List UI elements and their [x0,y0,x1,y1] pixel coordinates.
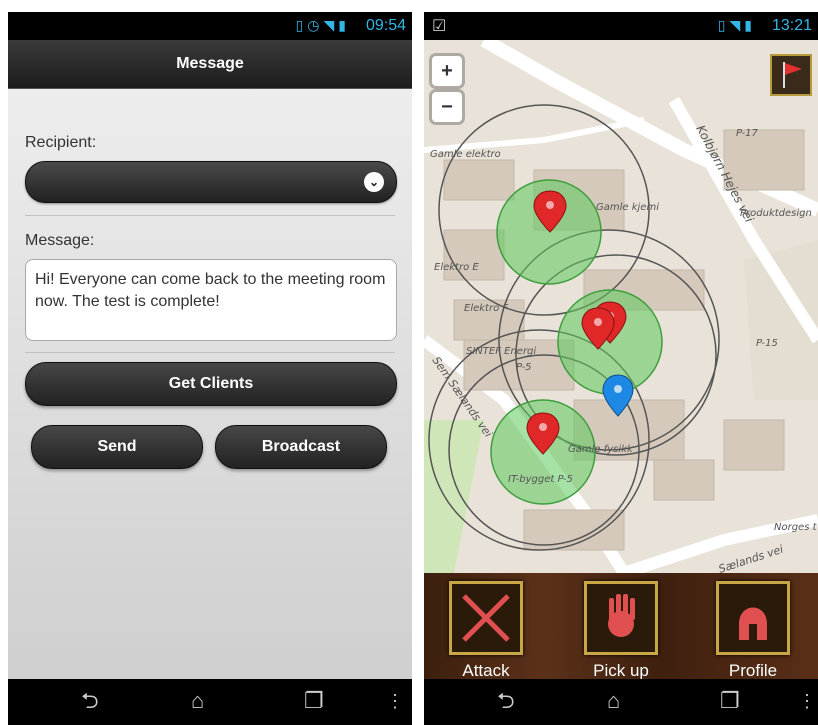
battery-icon: ▮ [744,17,756,33]
crossed-swords-icon [449,581,523,655]
map-view[interactable]: Gamle elektro Gamle kjemi Kolbjørn Hejes… [424,40,818,573]
map-label: Produktdesign [740,208,812,219]
map-label: Elektro F [464,303,508,314]
recipient-label: Recipient: [25,134,97,151]
map-label: Gamle fysikk [568,444,634,455]
map-label: P-17 [736,128,758,139]
send-button[interactable]: Send [31,425,203,469]
divider [25,215,395,216]
recent-apps-icon[interactable]: ❐ [720,690,740,712]
profile-action[interactable]: Profile [708,581,798,681]
checkbox-notification-icon: ☑ [432,18,447,35]
message-textarea[interactable]: Hi! Everyone can come back to the meetin… [25,259,397,341]
phone-message-screen: ▯◷◥▮ 09:54 Message Recipient: ⌄ Message:… [8,12,412,725]
map-label: Norges t [774,522,818,533]
status-icons: ▯◥▮ [718,17,756,34]
pick-up-label: Pick up [593,661,649,680]
battery-icon: ▮ [338,17,350,33]
back-icon[interactable]: ⮌ [81,690,99,712]
map-label: Elektro E [434,262,479,273]
pick-up-action[interactable]: Pick up [576,581,666,681]
navigation-bar: ⮌ ⌂ ❐ ⋮ [424,679,818,725]
map-label: SINTEF Energi [466,346,536,357]
alarm-icon: ◷ [307,17,324,33]
status-icons: ▯◷◥▮ [296,17,350,34]
vibrate-icon: ▯ [295,17,308,33]
recipient-select[interactable]: ⌄ [25,161,397,203]
home-icon[interactable]: ⌂ [191,690,204,712]
wifi-icon: ◥ [729,17,745,33]
status-time: 09:54 [365,17,406,34]
path [424,117,645,153]
navigation-bar: ⮌ ⌂ ❐ ⋮ [8,679,412,725]
menu-icon[interactable]: ⋮ [798,690,816,712]
flag-button[interactable] [770,54,812,96]
page-title: Message [8,40,412,89]
profile-label: Profile [728,661,778,680]
zoom-out-button[interactable]: − [432,92,462,122]
recent-apps-icon[interactable]: ❐ [304,690,324,712]
park-area [424,420,484,573]
get-clients-button[interactable]: Get Clients [25,362,397,406]
building [653,459,715,501]
map-label: Gamle elektro [430,149,501,160]
status-time: 13:21 [771,17,812,34]
vibrate-icon: ▯ [717,17,730,33]
flag-icon [783,62,802,88]
map-label: IT-bygget P-5 [508,474,573,485]
building [443,159,515,201]
building [723,419,785,471]
action-bar: Attack Pick up Profile [424,573,818,681]
phone-map-screen: ☑ ▯◥▮ 13:21 Gamle elektro Gamle kjemi Ko… [424,12,818,725]
map-label: P-15 [756,338,778,349]
home-icon[interactable]: ⌂ [607,690,620,712]
map-label: P-5 [516,362,531,373]
attack-label: Attack [462,661,510,680]
chevron-down-icon: ⌄ [364,172,384,192]
wifi-icon: ◥ [323,17,339,33]
message-label: Message: [25,232,95,249]
zoom-in-button[interactable]: + [432,56,462,86]
message-form: Recipient: ⌄ Message: Hi! Everyone can c… [8,89,412,679]
map-label: Sælands vei [717,543,785,573]
menu-icon[interactable]: ⋮ [386,690,404,712]
map-canvas: Gamle elektro Gamle kjemi Kolbjørn Hejes… [424,40,818,573]
broadcast-button[interactable]: Broadcast [215,425,387,469]
status-bar: ▯◷◥▮ 09:54 [8,12,412,40]
back-icon[interactable]: ⮌ [497,690,515,712]
map-label: Gamle kjemi [596,202,659,213]
divider [25,352,395,353]
helmet-icon [716,581,790,655]
status-bar: ☑ ▯◥▮ 13:21 [424,12,818,40]
attack-action[interactable]: Attack [441,581,531,681]
hand-icon [584,581,658,655]
